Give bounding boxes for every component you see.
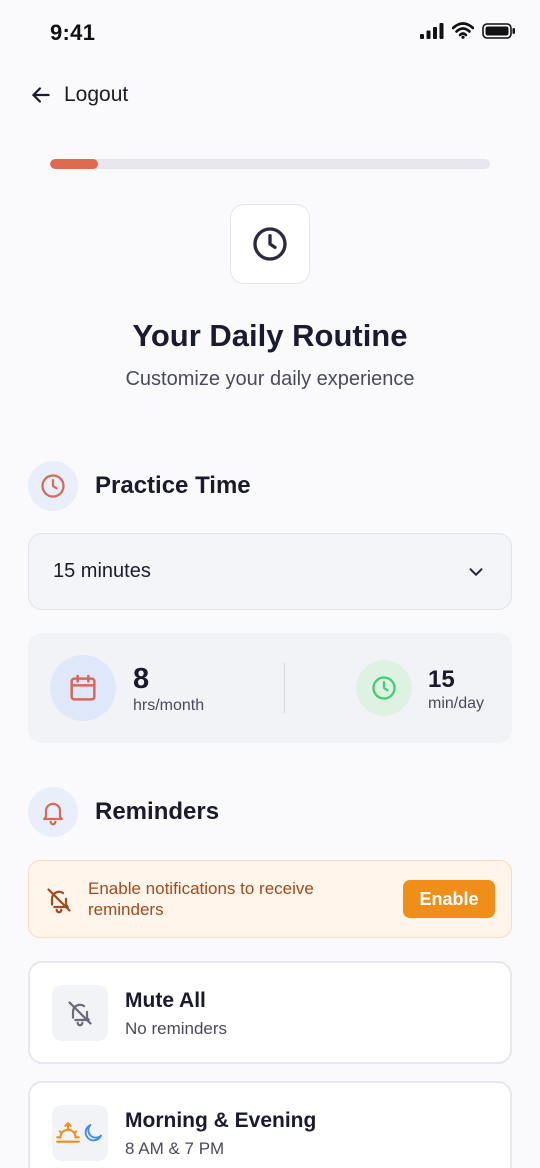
enable-notifications-button[interactable]: Enable bbox=[403, 880, 495, 918]
daily-minutes-value: 15 bbox=[428, 666, 455, 693]
notifications-banner-text: Enable notifications to receive reminder… bbox=[88, 879, 314, 919]
monthly-hours-value: 8 bbox=[133, 663, 150, 695]
moon-icon bbox=[84, 1124, 102, 1142]
practice-time-value: 15 minutes bbox=[53, 560, 151, 582]
practice-time-title: Practice Time bbox=[95, 472, 251, 499]
battery-icon bbox=[482, 22, 515, 39]
logout-button[interactable]: Logout bbox=[28, 82, 128, 108]
daily-clock-icon-circle bbox=[356, 660, 412, 716]
progress-fill bbox=[50, 159, 99, 169]
status-time: 9:41 bbox=[50, 20, 96, 45]
practice-time-icon-circle bbox=[28, 461, 78, 511]
reminders-icon-circle bbox=[28, 787, 78, 837]
cellular-signal-icon bbox=[420, 22, 444, 39]
reminders-header: Reminders bbox=[28, 787, 219, 837]
status-icons bbox=[420, 22, 516, 39]
clock-icon bbox=[372, 676, 396, 700]
mute-all-title: Mute All bbox=[125, 989, 206, 1012]
calendar-icon-circle bbox=[50, 655, 116, 721]
clock-icon bbox=[41, 474, 65, 498]
practice-time-select[interactable]: 15 minutes bbox=[28, 533, 512, 610]
reminder-option-morning-evening[interactable]: Morning & Evening 8 AM & 7 PM bbox=[28, 1081, 512, 1168]
page-subtitle: Customize your daily experience bbox=[125, 368, 415, 390]
monthly-hours-label: hrs/month bbox=[133, 697, 205, 714]
sunrise-icon bbox=[56, 1122, 80, 1143]
practice-stats-card: 8 hrs/month 15 min/day bbox=[28, 633, 512, 743]
notifications-banner: Enable notifications to receive reminder… bbox=[28, 860, 512, 938]
page-title: Your Daily Routine bbox=[132, 318, 408, 353]
sunrise-moon-icon-tile bbox=[52, 1105, 108, 1161]
mute-icon-tile bbox=[52, 985, 108, 1041]
morning-evening-title: Morning & Evening bbox=[125, 1109, 317, 1132]
chevron-down-icon bbox=[469, 567, 483, 576]
calendar-icon bbox=[70, 674, 96, 701]
bell-off-icon bbox=[68, 1001, 92, 1027]
bell-off-icon bbox=[47, 888, 71, 914]
mute-all-subtitle: No reminders bbox=[125, 1019, 228, 1038]
progress-bar bbox=[50, 159, 490, 169]
reminders-title: Reminders bbox=[95, 798, 220, 825]
arrow-left-icon bbox=[32, 87, 50, 103]
practice-time-header: Practice Time bbox=[28, 461, 251, 511]
wifi-icon bbox=[452, 22, 474, 39]
bell-icon bbox=[43, 802, 63, 826]
stats-divider bbox=[284, 663, 285, 713]
morning-evening-subtitle: 8 AM & 7 PM bbox=[125, 1139, 225, 1158]
daily-minutes-label: min/day bbox=[428, 695, 485, 712]
logout-label: Logout bbox=[64, 83, 129, 106]
hero-clock-tile bbox=[230, 204, 310, 284]
clock-icon bbox=[253, 227, 287, 261]
reminder-option-mute-all[interactable]: Mute All No reminders bbox=[28, 961, 512, 1064]
